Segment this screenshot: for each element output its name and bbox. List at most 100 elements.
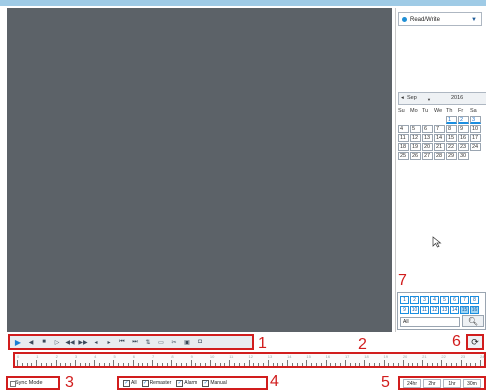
calendar-day[interactable]: 19	[410, 143, 421, 151]
zoom-2hr-button[interactable]: 2hr	[423, 378, 441, 388]
channel-button[interactable]: 8	[470, 296, 479, 304]
year-select[interactable]: 2016	[451, 94, 463, 103]
sync-mode-checkbox[interactable]: Sync Mode	[6, 376, 60, 390]
snapshot-icon[interactable]: ◘	[194, 336, 206, 348]
calendar-day[interactable]: 11	[398, 134, 409, 142]
calendar-day[interactable]: 7	[434, 125, 445, 133]
timeline-minor-tick	[349, 363, 351, 366]
playback-timeline[interactable]: 0 1 2 3 4 5 6 7 8 9 10 11 12 13 14 15 16 17 18 19 20 21 22 23 24	[13, 352, 486, 368]
month-select[interactable]: Sep	[407, 94, 417, 103]
month-dropdown-icon[interactable]: ▼	[427, 95, 431, 104]
channel-button[interactable]: 2	[410, 296, 419, 304]
fast-forward-icon[interactable]: ▶▶	[77, 336, 89, 348]
calendar-day[interactable]: 29	[446, 152, 457, 160]
channel-button[interactable]: 4	[430, 296, 439, 304]
channel-button[interactable]: 12	[430, 306, 439, 314]
calendar-day[interactable]: 4	[398, 125, 409, 133]
clip-icon[interactable]: ▭	[155, 336, 167, 348]
search-button[interactable]: 🔍︎	[462, 315, 484, 327]
zoom-1hr-button[interactable]: 1hr	[443, 378, 461, 388]
timeline-minor-tick	[378, 363, 380, 366]
calendar-day[interactable]: 28	[434, 152, 445, 160]
channel-button[interactable]: 14	[450, 306, 459, 314]
prev-month-icon[interactable]: ◂	[401, 94, 404, 103]
stop-icon[interactable]: ◀	[25, 336, 37, 348]
calendar-day[interactable]: 9	[458, 125, 469, 133]
calendar-day[interactable]: 6	[422, 125, 433, 133]
filter-manual[interactable]: ✓ Manual	[202, 379, 227, 387]
prev-frame-icon[interactable]: ◂	[90, 336, 102, 348]
zoom-30m-button[interactable]: 30m	[463, 378, 481, 388]
timeline-tick	[190, 360, 192, 366]
channel-button[interactable]: 15	[460, 306, 469, 314]
filter-label: Manual	[210, 380, 227, 386]
play-icon[interactable]: ▶	[12, 336, 24, 348]
calendar-day[interactable]: 23	[458, 143, 469, 151]
pause-icon[interactable]: ■	[38, 336, 50, 348]
next-frame-icon[interactable]: ▸	[103, 336, 115, 348]
timeline-minor-tick	[21, 363, 23, 366]
calendar-day[interactable]: 15	[446, 134, 457, 142]
sync-icon[interactable]: ⇅	[142, 336, 154, 348]
channel-all-select[interactable]: All	[400, 317, 460, 327]
video-playback-area[interactable]	[7, 8, 392, 332]
calendar-day[interactable]: 12	[410, 134, 421, 142]
calendar-day[interactable]: 13	[422, 134, 433, 142]
timeline-minor-tick	[161, 363, 163, 366]
checkbox-checked-icon[interactable]: ✓	[123, 379, 130, 387]
zoom-24hr-button[interactable]: 24hr	[403, 378, 421, 388]
calendar-day[interactable]: 27	[422, 152, 433, 160]
calendar-day[interactable]: 18	[398, 143, 409, 151]
channel-button[interactable]: 9	[400, 306, 409, 314]
refresh-button[interactable]: ⟳	[466, 334, 484, 350]
filter-remaster[interactable]: ✓ Remaster	[141, 379, 171, 387]
channel-button[interactable]: 6	[450, 296, 459, 304]
checkbox-checked-icon[interactable]: ✓	[176, 379, 184, 387]
read-write-label: Read/Write	[410, 17, 440, 23]
channel-button[interactable]: 16	[470, 306, 479, 314]
calendar-day[interactable]: 30	[458, 152, 469, 160]
calendar-day[interactable]: 1	[446, 116, 457, 124]
calendar-day[interactable]: 16	[458, 134, 469, 142]
filter-alarm[interactable]: ✓ Alarm	[176, 379, 197, 387]
calendar-day[interactable]: 2	[458, 116, 469, 124]
filter-all[interactable]: ✓ All	[123, 379, 137, 387]
channel-button[interactable]: 10	[410, 306, 419, 314]
calendar-day[interactable]: 3	[470, 116, 481, 124]
calendar-day[interactable]: 5	[410, 125, 421, 133]
calendar-day[interactable]: 10	[470, 125, 481, 133]
channel-button[interactable]: 5	[440, 296, 449, 304]
calendar-day[interactable]: 24	[470, 143, 481, 151]
checkbox-checked-icon[interactable]: ✓	[141, 379, 149, 387]
save-icon[interactable]: ▣	[181, 336, 193, 348]
timeline-tick	[460, 360, 462, 366]
calendar-day[interactable]: 26	[410, 152, 421, 160]
checkbox-checked-icon[interactable]: ✓	[202, 379, 210, 387]
calendar-day[interactable]: 22	[446, 143, 457, 151]
read-write-select[interactable]: Read/Write ▼	[398, 12, 482, 26]
channel-button[interactable]: 13	[440, 306, 449, 314]
channel-button[interactable]: 3	[420, 296, 429, 304]
channel-button[interactable]: 11	[420, 306, 429, 314]
timeline-hour-label: 14	[287, 354, 292, 359]
next-section-icon[interactable]: ⏭	[129, 336, 141, 348]
prev-section-icon[interactable]: ⏮	[116, 336, 128, 348]
calendar-day[interactable]: 8	[446, 125, 457, 133]
timeline-minor-tick	[282, 363, 284, 366]
rewind-icon[interactable]: ◀◀	[64, 336, 76, 348]
timeline-tick	[132, 360, 134, 366]
calendar-day[interactable]: 21	[434, 143, 445, 151]
channel-button[interactable]: 1	[400, 296, 409, 304]
timeline-minor-tick	[340, 363, 342, 366]
calendar-day[interactable]: 14	[434, 134, 445, 142]
calendar-day[interactable]: 25	[398, 152, 409, 160]
channel-button[interactable]: 7	[460, 296, 469, 304]
timeline-minor-tick	[26, 363, 28, 366]
timeline-minor-tick	[180, 363, 182, 366]
cut-icon[interactable]: ✂	[168, 336, 180, 348]
slow-icon[interactable]: ▷	[51, 336, 63, 348]
calendar-day[interactable]: 17	[470, 134, 481, 142]
calendar-day[interactable]: 20	[422, 143, 433, 151]
timeline-tick	[17, 360, 18, 366]
timeline-minor-tick	[436, 363, 438, 366]
